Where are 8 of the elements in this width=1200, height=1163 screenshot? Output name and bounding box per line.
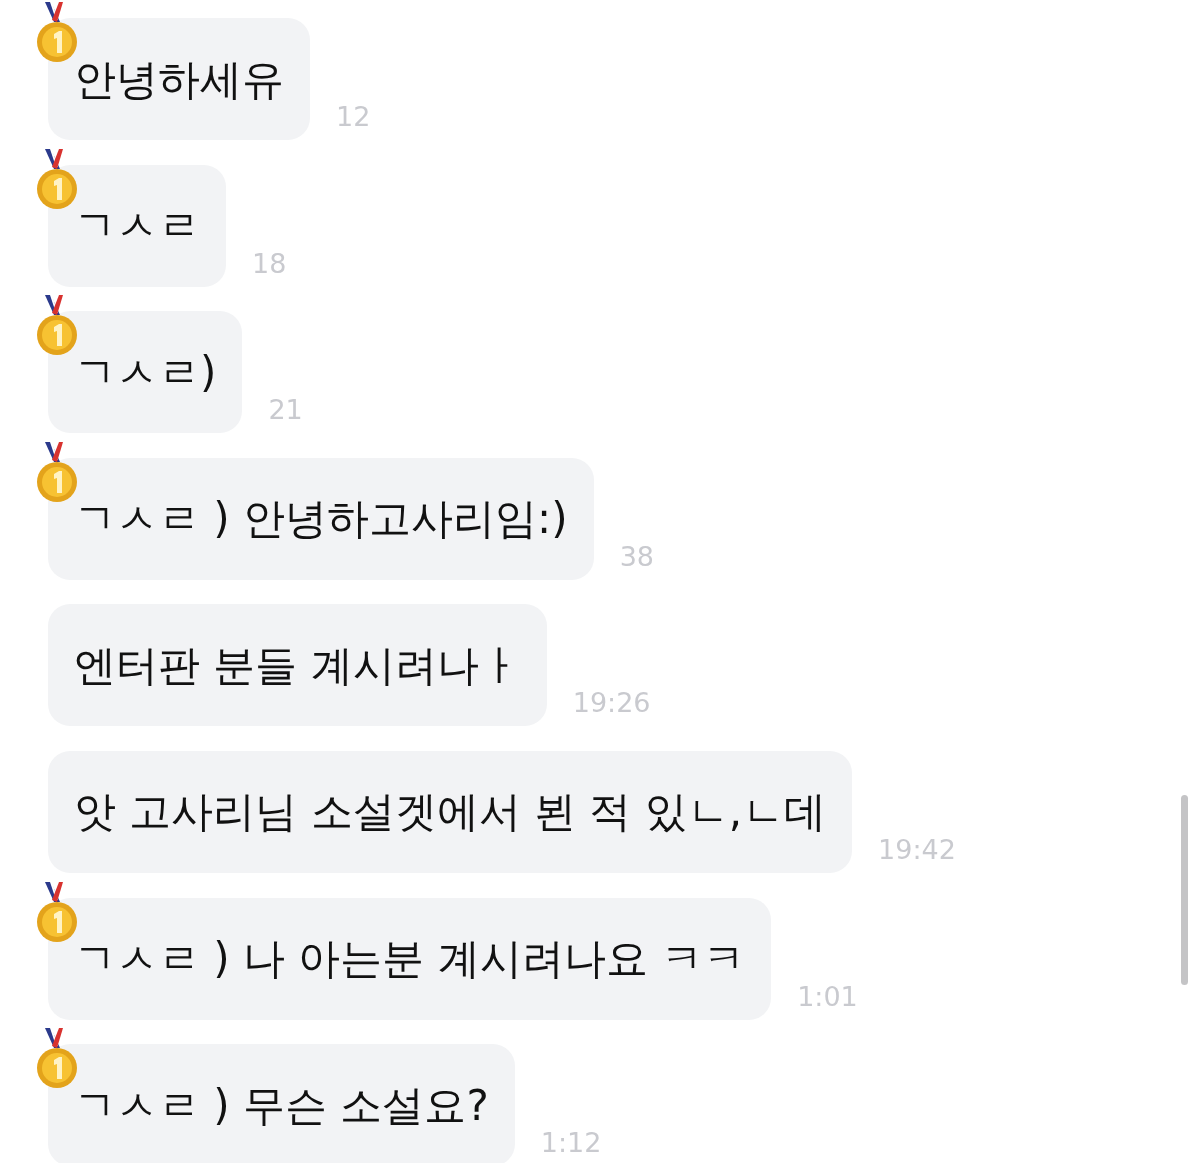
- message-bubble: ㄱㅅㄹ ) 무슨 소설요?: [48, 1044, 515, 1163]
- message-bubble: ㄱㅅㄹ: [48, 164, 226, 287]
- message-bubble: ㄱㅅㄹ ) 나 아는분 계시려나요 ㅋㅋ: [48, 897, 772, 1020]
- message-bubble: 엔터판 분들 계시려나ㅏ: [48, 604, 547, 727]
- message-bubble: 앗 고사리님 소설겟에서 뵌 적 있ㄴ,ㄴ데: [48, 750, 853, 873]
- message-bubble: ㄱㅅㄹ): [48, 311, 243, 434]
- message-bubble: ㄱㅅㄹ ) 안녕하고사리임:): [48, 457, 594, 580]
- message-bubble: 안녕하세유: [48, 18, 310, 140]
